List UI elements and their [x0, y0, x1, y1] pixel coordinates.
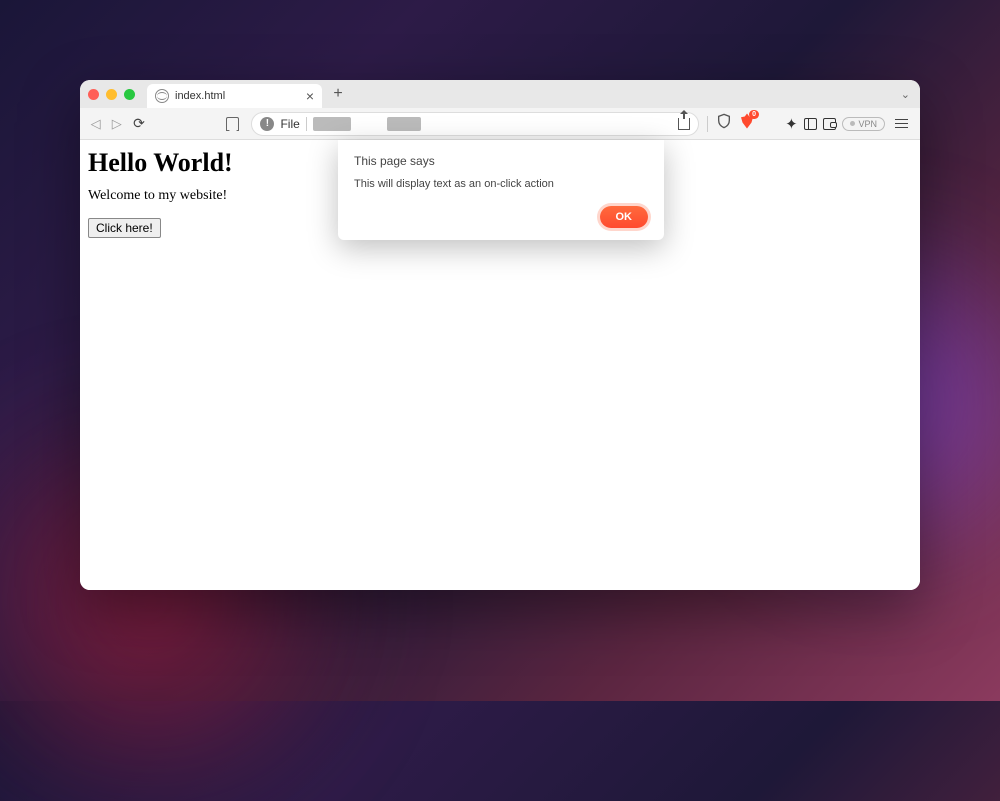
close-window-button[interactable]	[88, 89, 99, 100]
url-redacted-segment	[387, 117, 421, 131]
vpn-button[interactable]: VPN	[842, 117, 885, 131]
reload-button[interactable]: ⟳	[130, 115, 147, 132]
new-tab-button[interactable]: +	[328, 85, 348, 103]
back-button[interactable]: ◁	[88, 116, 103, 132]
javascript-alert-dialog: This page says This will display text as…	[338, 140, 664, 240]
alert-actions: OK	[354, 206, 648, 228]
tab-title: index.html	[175, 90, 300, 102]
url-redacted-segment	[313, 117, 351, 131]
tab-strip: index.html × + ⌄	[80, 80, 920, 108]
wallet-icon[interactable]	[823, 118, 836, 130]
vpn-label: VPN	[858, 119, 877, 129]
browser-toolbar: ◁ ▷ ⟳ ! File 0 ✦ VPN	[80, 108, 920, 140]
extensions-icon[interactable]: ✦	[785, 115, 798, 133]
alert-ok-button[interactable]: OK	[600, 206, 649, 228]
brave-badge: 0	[749, 110, 759, 119]
toolbar-divider	[707, 116, 708, 132]
browser-tab[interactable]: index.html ×	[147, 84, 322, 108]
address-separator	[306, 117, 307, 131]
alert-message: This will display text as an on-click ac…	[354, 178, 648, 190]
page-content: Hello World! Welcome to my website! Clic…	[80, 140, 920, 590]
alert-title: This page says	[354, 154, 648, 168]
minimize-window-button[interactable]	[106, 89, 117, 100]
share-icon[interactable]	[678, 118, 690, 130]
address-bar[interactable]: ! File	[251, 112, 699, 136]
forward-button[interactable]: ▷	[109, 116, 124, 132]
maximize-window-button[interactable]	[124, 89, 135, 100]
click-here-button[interactable]: Click here!	[88, 218, 161, 238]
vpn-status-dot-icon	[850, 121, 855, 126]
shield-icon[interactable]	[716, 113, 732, 134]
brave-rewards-icon[interactable]: 0	[738, 112, 756, 135]
browser-window: index.html × + ⌄ ◁ ▷ ⟳ ! File 0	[80, 80, 920, 590]
url-scheme: File	[280, 117, 299, 131]
window-controls	[88, 89, 135, 100]
globe-icon	[155, 89, 169, 103]
sidepanel-icon[interactable]	[804, 118, 817, 130]
hamburger-menu-icon[interactable]	[895, 119, 908, 129]
bookmark-icon[interactable]	[226, 117, 239, 131]
tab-list-chevron-icon[interactable]: ⌄	[901, 88, 910, 101]
site-info-icon[interactable]: !	[260, 117, 274, 131]
close-tab-button[interactable]: ×	[306, 89, 314, 103]
